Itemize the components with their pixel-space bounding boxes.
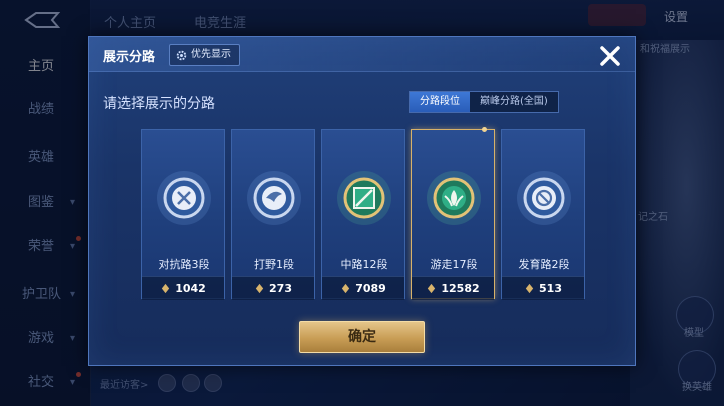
lane-card-label: 对抗路3段 xyxy=(158,258,210,271)
lane-card-label: 中路12段 xyxy=(340,258,388,271)
lane-card-value: 513 xyxy=(539,282,562,295)
lane-card-label: 打野1段 xyxy=(254,258,294,271)
close-icon[interactable] xyxy=(597,43,623,69)
lane-card-top[interactable]: 对抗路3段 1042 xyxy=(141,129,225,300)
rank-points-icon xyxy=(428,283,436,294)
gear-icon xyxy=(176,50,187,60)
lane-card-value: 1042 xyxy=(175,282,206,295)
confirm-button[interactable]: 确定 xyxy=(299,321,425,353)
lane-card-label: 发育路2段 xyxy=(518,258,570,271)
lane-card-stat: 1042 xyxy=(142,276,224,300)
lane-tabs: 分路段位 巅峰分路(全国) xyxy=(409,91,559,113)
dialog-header: 展示分路 优先显示 xyxy=(89,37,635,72)
lane-card-stat: 7089 xyxy=(322,276,404,300)
tab-lane-rank[interactable]: 分路段位 xyxy=(410,92,470,112)
jungle-emblem-icon xyxy=(247,171,301,225)
lane-card-stat: 12582 xyxy=(412,276,494,300)
rank-points-icon xyxy=(342,283,350,294)
lane-card-mid[interactable]: 中路12段 7089 xyxy=(321,129,405,300)
lane-card-jungle[interactable]: 打野1段 273 xyxy=(231,129,315,300)
lane-card-value: 7089 xyxy=(355,282,386,295)
rank-points-icon xyxy=(162,283,170,294)
dialog-subtitle: 请选择展示的分路 xyxy=(103,96,215,112)
lane-card-value: 12582 xyxy=(441,282,480,295)
selected-marker xyxy=(482,127,487,132)
dialog-title: 展示分路 xyxy=(103,50,156,65)
priority-display-button[interactable]: 优先显示 xyxy=(169,44,240,66)
farm-lane-emblem-icon xyxy=(517,171,571,225)
lane-card-stat: 513 xyxy=(502,276,584,300)
lane-card-roam[interactable]: 游走17段 12582 xyxy=(411,127,495,300)
mid-lane-emblem-icon xyxy=(337,171,391,225)
rank-points-icon xyxy=(525,283,534,294)
lane-display-dialog: 展示分路 优先显示 请选择展示的分路 分路段位 巅峰分路(全国) 对抗路3段 1… xyxy=(88,36,636,366)
lane-card-value: 273 xyxy=(269,282,292,295)
priority-display-label: 优先显示 xyxy=(191,49,231,60)
tab-peak-lane[interactable]: 巅峰分路(全国) xyxy=(470,92,558,112)
top-lane-emblem-icon xyxy=(157,171,211,225)
roam-emblem-icon xyxy=(427,171,481,225)
lane-card-stat: 273 xyxy=(232,276,314,300)
rank-points-icon xyxy=(255,283,264,294)
lane-card-label: 游走17段 xyxy=(430,258,478,271)
lane-card-list: 对抗路3段 1042 打野1段 273 中路12段 7089 游走17段 125… xyxy=(141,127,591,301)
lane-card-farm[interactable]: 发育路2段 513 xyxy=(501,129,585,300)
